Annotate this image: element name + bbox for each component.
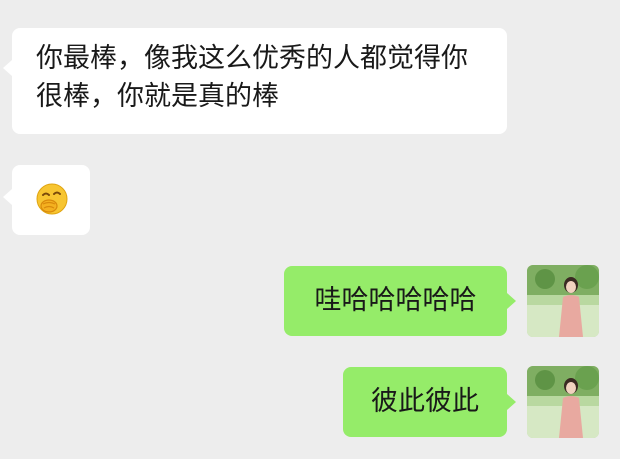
bubble-tail	[507, 293, 516, 309]
avatar[interactable]	[527, 366, 599, 438]
message-text: 彼此彼此	[371, 386, 479, 417]
laughing-emoji-icon	[35, 182, 69, 223]
avatar[interactable]	[527, 265, 599, 337]
bubble-tail	[3, 60, 12, 76]
received-emoji-bubble[interactable]	[3, 165, 90, 235]
received-message-bubble[interactable]: 你最棒，像我这么优秀的人都觉得你很棒，你就是真的棒	[3, 28, 507, 134]
bubble-tail	[507, 394, 516, 410]
sent-message-bubble[interactable]: 彼此彼此	[343, 367, 516, 437]
message-text: 哇哈哈哈哈哈	[314, 285, 477, 316]
bubble-tail	[3, 189, 12, 205]
sent-message-bubble[interactable]: 哇哈哈哈哈哈	[284, 266, 516, 336]
message-text: 你最棒，像我这么优秀的人都觉得你很棒，你就是真的棒	[36, 43, 468, 112]
